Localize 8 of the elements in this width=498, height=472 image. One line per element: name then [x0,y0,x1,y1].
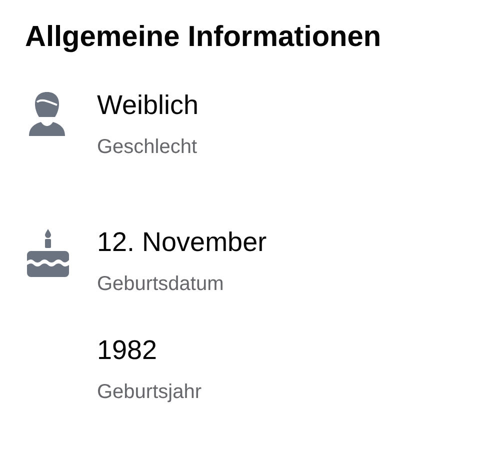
field-label: Geburtsdatum [97,272,225,297]
field-value: 1982 [97,334,158,367]
field-value: 12. November [97,226,267,259]
section-title: Allgemeine Informationen [25,20,382,55]
cake-icon [25,227,71,277]
field-value: Weiblich [97,89,199,122]
field-label: Geburtsjahr [97,380,202,405]
field-label: Geschlecht [97,135,198,160]
